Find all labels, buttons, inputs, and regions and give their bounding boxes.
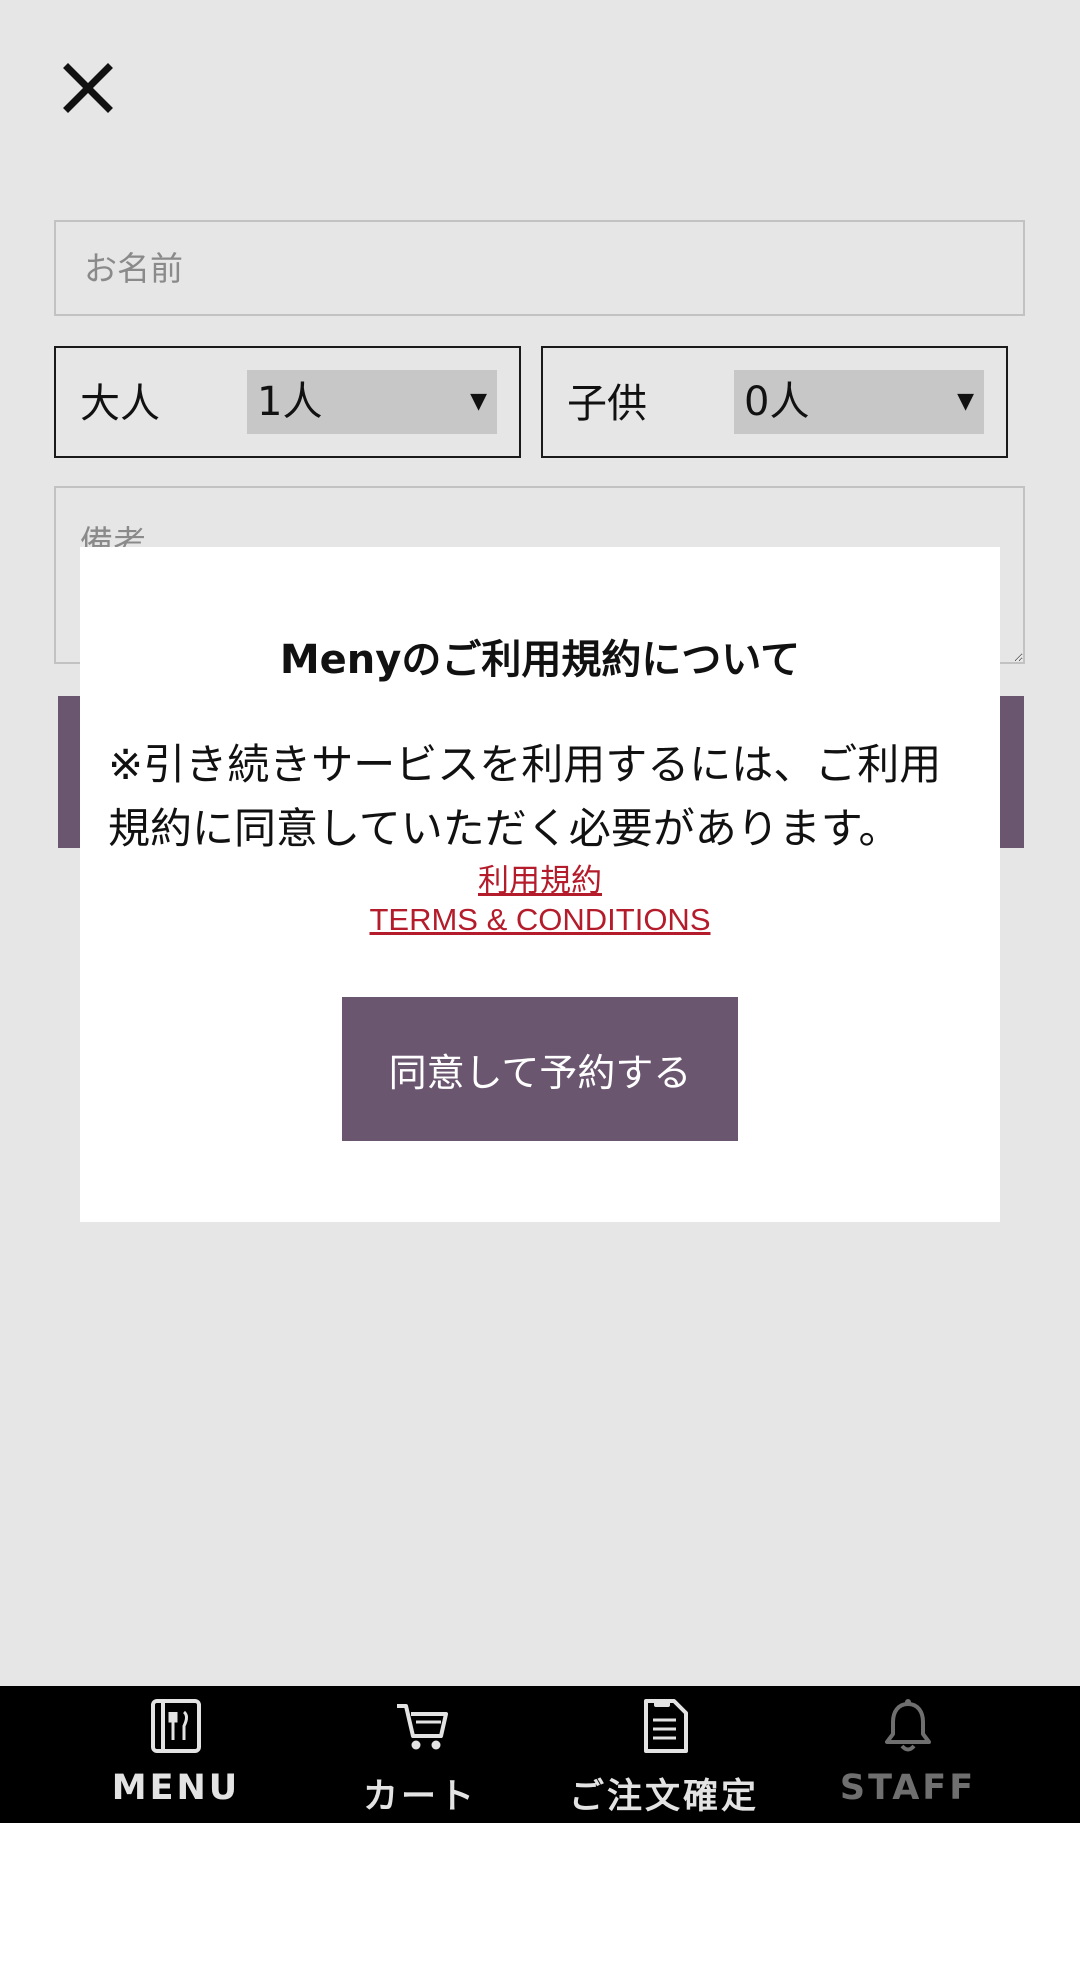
nav-staff[interactable]: STAFF: [786, 1686, 1030, 1823]
terms-modal: Menyのご利用規約について ※引き続きサービスを利用するには、ご利用規約に同意…: [80, 547, 1000, 1222]
nav-staff-label: STAFF: [839, 1768, 977, 1808]
terms-link-en[interactable]: TERMS & CONDITIONS: [80, 900, 1000, 940]
nav-menu[interactable]: MENU: [54, 1686, 298, 1823]
nav-order-confirm-label: ご注文確定: [568, 1777, 759, 1817]
terms-link-ja[interactable]: 利用規約: [80, 861, 1000, 901]
close-button[interactable]: [62, 62, 114, 114]
order-document-icon: [644, 1699, 688, 1753]
nav-order-confirm[interactable]: ご注文確定: [542, 1686, 786, 1823]
adults-selector: 大人 1人 ▼: [54, 346, 521, 458]
adults-dropdown[interactable]: 1人 ▼: [247, 370, 497, 434]
name-input[interactable]: [54, 220, 1025, 316]
nav-cart[interactable]: カート: [298, 1686, 542, 1823]
bottom-nav: MENU カート ご注文確定 STAFF: [0, 1686, 1080, 1823]
modal-title: Menyのご利用規約について: [279, 637, 801, 683]
nav-cart-label: カート: [362, 1777, 477, 1817]
triangle-down-icon: ▼: [957, 389, 974, 414]
cart-icon: [397, 1704, 448, 1750]
bell-icon: [885, 1699, 931, 1752]
children-dropdown[interactable]: 0人 ▼: [734, 370, 984, 434]
adults-value: 1人: [257, 379, 323, 425]
children-value: 0人: [744, 379, 810, 425]
menu-book-icon: [151, 1699, 201, 1753]
close-icon: [63, 63, 113, 113]
children-label: 子供: [567, 381, 647, 427]
nav-menu-label: MENU: [111, 1768, 241, 1808]
children-selector: 子供 0人 ▼: [541, 346, 1008, 458]
agree-reserve-button[interactable]: 同意して予約する: [342, 997, 738, 1141]
triangle-down-icon: ▼: [470, 389, 487, 414]
modal-message: ※引き続きサービスを利用するには、ご利用規約に同意していただく必要があります。: [108, 740, 942, 853]
adults-label: 大人: [80, 381, 160, 427]
